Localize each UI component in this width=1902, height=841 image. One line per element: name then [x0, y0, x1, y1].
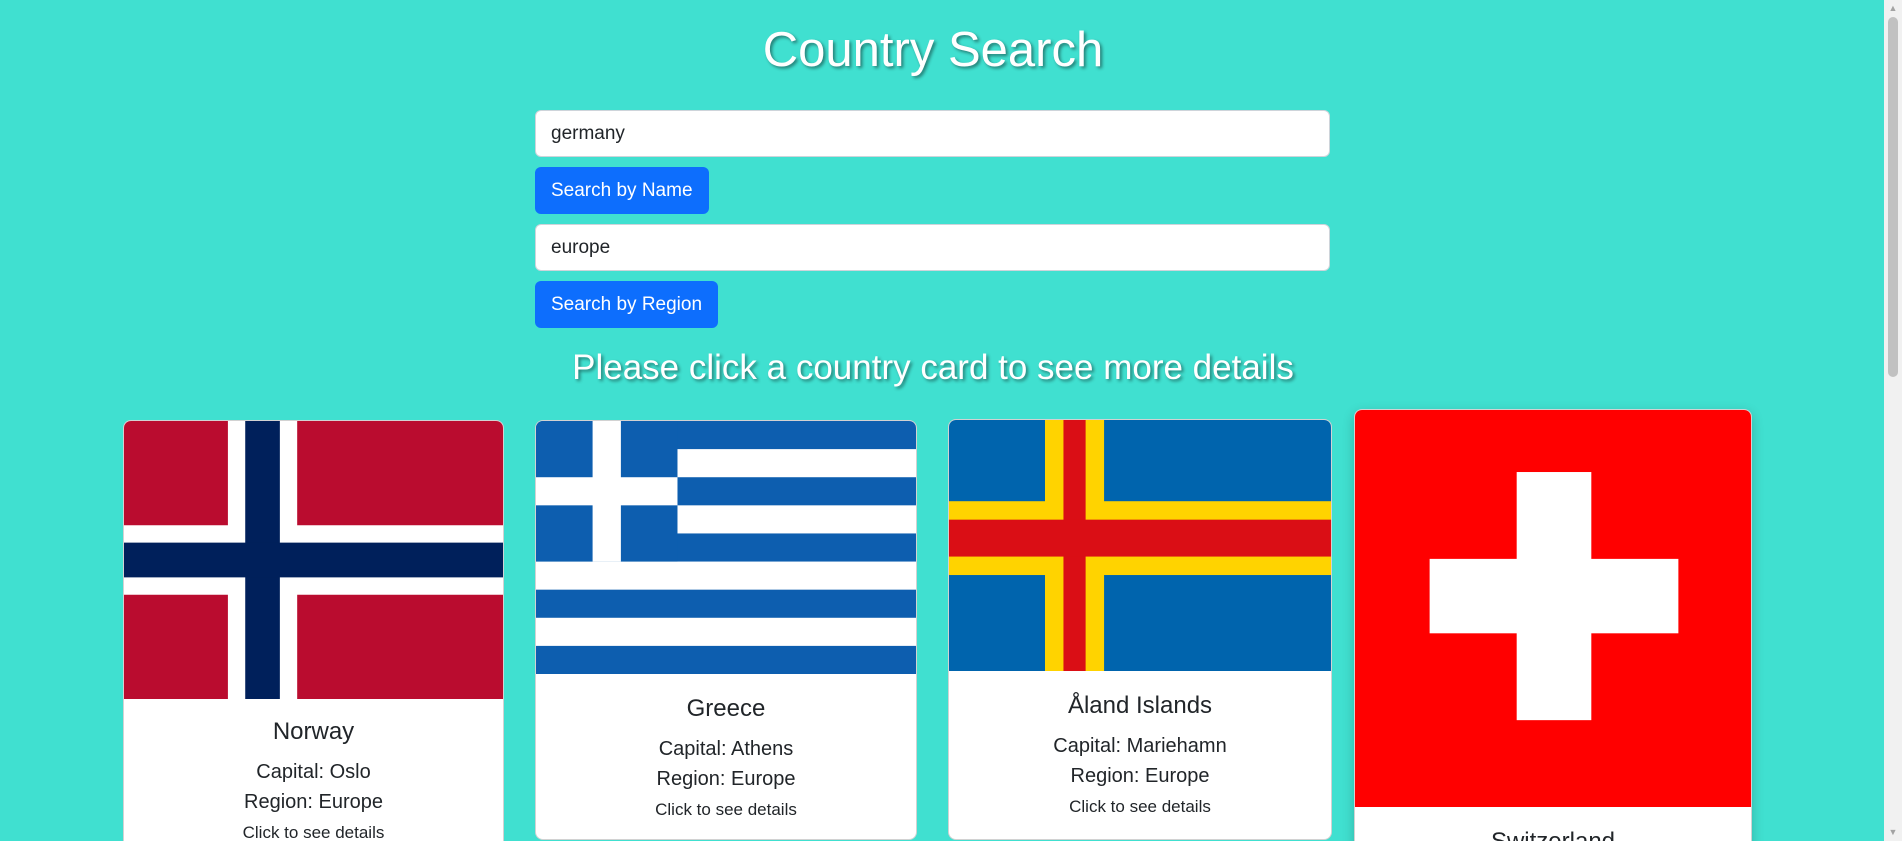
- country-name: Åland Islands: [1067, 692, 1213, 719]
- card-body: Åland Islands Capital: Mariehamn Region:…: [949, 671, 1331, 821]
- vertical-scrollbar[interactable]: ▲ ▼: [1884, 0, 1902, 841]
- aland-flag-image: [949, 420, 1331, 671]
- country-name: Greece: [686, 695, 766, 722]
- country-card-switzerland[interactable]: Switzerland: [1354, 409, 1752, 841]
- page-title: Country Search: [762, 23, 1104, 77]
- scroll-down-arrow-icon[interactable]: ▼: [1884, 824, 1902, 841]
- card-body: Norway Capital: Oslo Region: Europe Clic…: [124, 699, 503, 841]
- country-name: Norway: [272, 718, 355, 745]
- scroll-up-arrow-icon[interactable]: ▲: [1884, 0, 1902, 17]
- country-name-input[interactable]: [535, 110, 1330, 157]
- card-body: Greece Capital: Athens Region: Europe Cl…: [536, 674, 916, 824]
- search-by-region-button[interactable]: Search by Region: [535, 281, 719, 328]
- card-cta: Click to see details: [242, 823, 385, 841]
- country-search-page: Country Search Search by Name Search by …: [0, 0, 1902, 841]
- country-capital: Capital: Oslo: [256, 761, 371, 783]
- country-capital: Capital: Mariehamn: [1053, 735, 1227, 757]
- card-cta: Click to see details: [1069, 797, 1211, 816]
- search-by-name-button[interactable]: Search by Name: [535, 167, 709, 214]
- country-capital: Capital: Athens: [658, 738, 794, 760]
- country-region: Region: Europe: [656, 768, 796, 790]
- country-region: Region: Europe: [1070, 765, 1210, 787]
- card-cta: Click to see details: [655, 800, 797, 819]
- scrollbar-thumb[interactable]: [1888, 17, 1898, 377]
- switzerland-flag-image: [1355, 410, 1751, 807]
- greece-flag-image: [536, 421, 916, 674]
- search-form: Search by Name Search by Region: [535, 110, 1330, 338]
- card-body: Switzerland: [1355, 807, 1751, 841]
- country-card-greece[interactable]: Greece Capital: Athens Region: Europe Cl…: [535, 420, 917, 840]
- region-input[interactable]: [535, 224, 1330, 271]
- country-card-aland-islands[interactable]: Åland Islands Capital: Mariehamn Region:…: [948, 419, 1332, 840]
- country-region: Region: Europe: [244, 791, 383, 813]
- country-name: Switzerland: [1355, 827, 1751, 841]
- country-card-norway[interactable]: Norway Capital: Oslo Region: Europe Clic…: [123, 420, 504, 841]
- norway-flag-image: [124, 421, 503, 699]
- instruction-heading: Please click a country card to see more …: [572, 348, 1294, 387]
